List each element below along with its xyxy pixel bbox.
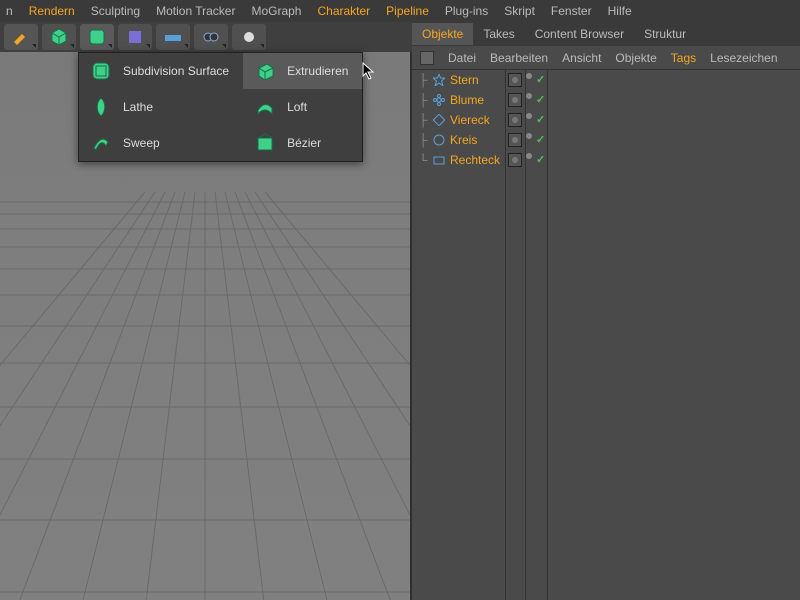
object-tags: ✓	[508, 133, 545, 147]
object-tags: ✓	[508, 73, 545, 87]
bezier-icon	[253, 131, 277, 155]
generator-sweep[interactable]: Sweep	[79, 125, 243, 161]
menu-fenster[interactable]: Fenster	[551, 4, 592, 18]
tool-cube[interactable]	[42, 24, 76, 50]
star-icon	[432, 73, 446, 87]
visibility-dot[interactable]	[526, 93, 532, 99]
sweep-icon	[89, 131, 113, 155]
tool-deformer[interactable]	[118, 24, 152, 50]
layer-tag-icon[interactable]	[508, 73, 522, 87]
dropdown-label: Loft	[287, 100, 307, 114]
visibility-dot[interactable]	[526, 153, 532, 159]
layer-tag-icon[interactable]	[508, 133, 522, 147]
menu-mograph[interactable]: MoGraph	[251, 4, 301, 18]
object-list[interactable]: ├ Stern ✓ ├ Blume ✓ ├ Viereck ✓ ├ Kreis ✓ └ Rechteck ✓	[412, 70, 800, 600]
rect-diamond-icon	[432, 113, 446, 127]
subbar-objekte[interactable]: Objekte	[615, 51, 656, 65]
enabled-check-icon[interactable]: ✓	[536, 153, 545, 167]
layer-tag-icon[interactable]	[508, 113, 522, 127]
tool-generator[interactable]	[80, 24, 114, 50]
panel-subbar: Datei Bearbeiten Ansicht Objekte Tags Lesezei…	[412, 46, 800, 70]
object-row[interactable]: ├ Kreis ✓	[412, 130, 800, 150]
subbar-bearbeiten[interactable]: Bearbeiten	[490, 51, 548, 65]
object-tags: ✓	[508, 93, 545, 107]
lathe-icon	[89, 95, 113, 119]
object-row[interactable]: ├ Viereck ✓	[412, 110, 800, 130]
object-row[interactable]: ├ Stern ✓	[412, 70, 800, 90]
generator-bezier[interactable]: Bézier	[243, 125, 362, 161]
tree-line: ├	[418, 73, 428, 87]
object-name: Kreis	[450, 133, 477, 147]
object-name: Viereck	[450, 113, 490, 127]
panel-tabs: ObjekteTakesContent BrowserStruktur	[412, 22, 800, 46]
menu-rendern[interactable]: Rendern	[29, 4, 75, 18]
object-name: Rechteck	[450, 153, 500, 167]
visibility-dot[interactable]	[526, 113, 532, 119]
object-row[interactable]: └ Rechteck ✓	[412, 150, 800, 170]
generator-subdiv[interactable]: Subdivision Surface	[79, 53, 243, 89]
tool-environment[interactable]	[156, 24, 190, 50]
tree-line: ├	[418, 93, 428, 107]
enabled-check-icon[interactable]: ✓	[536, 73, 545, 87]
menu-hilfe[interactable]: Hilfe	[608, 4, 632, 18]
generator-dropdown: Subdivision Surface Lathe Sweep Extrudiere…	[78, 52, 363, 162]
visibility-dot[interactable]	[526, 73, 532, 79]
subbar-ansicht[interactable]: Ansicht	[562, 51, 601, 65]
generator-extrude[interactable]: Extrudieren	[243, 53, 362, 89]
subdiv-icon	[89, 59, 113, 83]
dropdown-label: Lathe	[123, 100, 153, 114]
menu-plug-ins[interactable]: Plug-ins	[445, 4, 488, 18]
tab-takes[interactable]: Takes	[473, 23, 524, 45]
menu-motion tracker[interactable]: Motion Tracker	[156, 4, 235, 18]
enabled-check-icon[interactable]: ✓	[536, 113, 545, 127]
enabled-check-icon[interactable]: ✓	[536, 133, 545, 147]
layer-tag-icon[interactable]	[508, 93, 522, 107]
subbar-tags[interactable]: Tags	[671, 51, 696, 65]
generator-loft[interactable]: Loft	[243, 89, 362, 125]
extrude-icon	[253, 59, 277, 83]
subbar-lesezeichen[interactable]: Lesezeichen	[710, 51, 777, 65]
flower-icon	[432, 93, 446, 107]
menu-skript[interactable]: Skript	[504, 4, 535, 18]
tool-camera[interactable]	[194, 24, 228, 50]
dropdown-label: Extrudieren	[287, 64, 348, 78]
tab-struktur[interactable]: Struktur	[634, 23, 696, 45]
dropdown-label: Bézier	[287, 136, 321, 150]
dropdown-label: Subdivision Surface	[123, 64, 229, 78]
object-name: Stern	[450, 73, 479, 87]
tree-line: ├	[418, 133, 428, 147]
object-tags: ✓	[508, 153, 545, 167]
view-grid-icon[interactable]	[420, 51, 434, 65]
menu-pipeline[interactable]: Pipeline	[386, 4, 429, 18]
menu-sculpting[interactable]: Sculpting	[91, 4, 140, 18]
object-name: Blume	[450, 93, 484, 107]
circle-icon	[432, 133, 446, 147]
menu-charakter[interactable]: Charakter	[317, 4, 370, 18]
subbar-datei[interactable]: Datei	[448, 51, 476, 65]
rect-icon	[432, 153, 446, 167]
tool-light[interactable]	[232, 24, 266, 50]
tool-brush[interactable]	[4, 24, 38, 50]
dropdown-label: Sweep	[123, 136, 160, 150]
menubar: n Rendern Sculpting Motion Tracker MoGraph Ch…	[0, 0, 800, 22]
enabled-check-icon[interactable]: ✓	[536, 93, 545, 107]
tab-objekte[interactable]: Objekte	[412, 23, 473, 45]
object-row[interactable]: ├ Blume ✓	[412, 90, 800, 110]
loft-icon	[253, 95, 277, 119]
generator-lathe[interactable]: Lathe	[79, 89, 243, 125]
tree-line: └	[418, 153, 428, 167]
object-tags: ✓	[508, 113, 545, 127]
tree-line: ├	[418, 113, 428, 127]
visibility-dot[interactable]	[526, 133, 532, 139]
layer-tag-icon[interactable]	[508, 153, 522, 167]
menu-n[interactable]: n	[6, 4, 13, 18]
object-manager-panel: ObjekteTakesContent BrowserStruktur Date…	[412, 22, 800, 600]
tab-content-browser[interactable]: Content Browser	[525, 23, 634, 45]
